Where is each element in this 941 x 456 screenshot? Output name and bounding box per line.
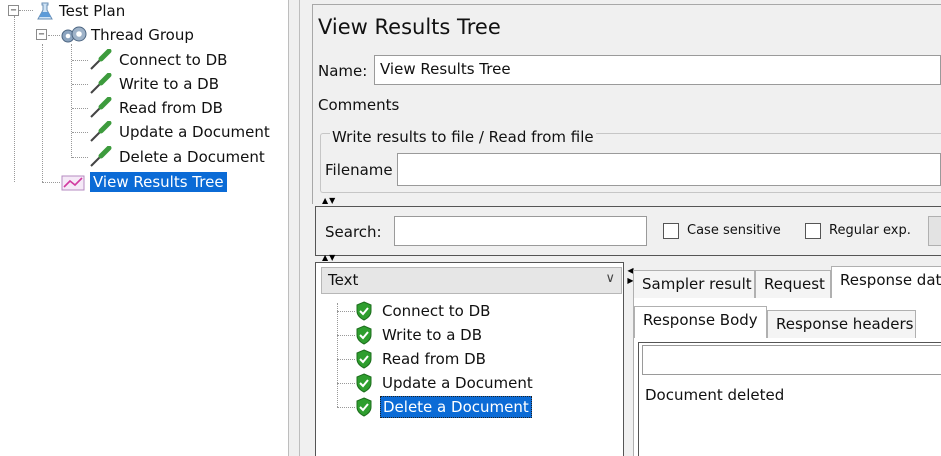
- tree-node-label: Connect to DB: [119, 51, 228, 69]
- case-sensitive-label: Case sensitive: [687, 223, 781, 238]
- tree-node-label: Write to a DB: [119, 75, 219, 93]
- file-group-legend: Write results to file / Read from file: [330, 128, 596, 146]
- result-splitter[interactable]: [625, 262, 633, 456]
- tree-node-sampler[interactable]: Read from DB: [88, 97, 226, 119]
- tree-connector: [42, 44, 43, 182]
- pipette-icon: [90, 121, 112, 142]
- regular-exp-label: Regular exp.: [829, 223, 911, 238]
- splitter-arrows-icon[interactable]: ▲▼: [322, 197, 336, 205]
- tab-response-headers[interactable]: Response headers: [767, 310, 916, 338]
- success-shield-icon: [356, 349, 372, 369]
- comments-label: Comments:: [318, 96, 405, 114]
- tree-connector: [337, 303, 338, 407]
- tree-node-label: Delete a Document: [119, 148, 265, 166]
- result-item[interactable]: Connect to DB: [355, 300, 492, 322]
- result-item-label: Write to a DB: [382, 326, 482, 344]
- result-tabs: Sampler result Request Response dat: [633, 266, 941, 298]
- chevron-down-icon: ∨: [605, 271, 615, 286]
- tree-node-sampler[interactable]: Delete a Document: [88, 146, 268, 168]
- tree-connector: [337, 359, 355, 360]
- success-shield-icon: [356, 397, 372, 417]
- renderer-select-value: Text: [328, 271, 359, 289]
- tab-request[interactable]: Request: [755, 270, 831, 298]
- filename-input[interactable]: [397, 153, 941, 186]
- result-item[interactable]: Delete a Document: [355, 396, 532, 418]
- split-divider[interactable]: [288, 0, 300, 456]
- regular-exp-checkbox[interactable]: [805, 223, 821, 239]
- splitter-arrows-icon[interactable]: ▲▼: [322, 254, 336, 262]
- success-shield-icon: [356, 301, 372, 321]
- result-item-label: Read from DB: [382, 350, 486, 368]
- tree-connector: [337, 311, 355, 312]
- search-label: Search:: [325, 223, 382, 241]
- test-plan-tree[interactable]: − − Test Plan Thread Group Connect to DB…: [0, 0, 288, 456]
- page-title: View Results Tree: [318, 15, 501, 39]
- tree-connector: [48, 35, 60, 36]
- tree-connector: [14, 16, 15, 182]
- name-field[interactable]: View Results Tree: [374, 55, 941, 85]
- gears-icon: [61, 26, 87, 43]
- result-item-label: Delete a Document: [380, 396, 532, 418]
- result-item[interactable]: Update a Document: [355, 372, 535, 394]
- tree-node-label: Update a Document: [119, 123, 270, 141]
- flask-icon: [37, 2, 53, 20]
- tree-connector: [42, 182, 60, 183]
- tree-connector: [19, 10, 33, 11]
- tree-connector: [72, 60, 88, 61]
- response-body-text[interactable]: Document deleted: [645, 386, 784, 404]
- tree-node-label: View Results Tree: [90, 172, 227, 192]
- chart-listener-icon: [61, 175, 85, 191]
- case-sensitive-checkbox[interactable]: [663, 223, 679, 239]
- tree-node-sampler[interactable]: Update a Document: [88, 121, 273, 143]
- tree-node-sampler[interactable]: Connect to DB: [88, 49, 230, 71]
- result-item-label: Update a Document: [382, 374, 533, 392]
- renderer-select[interactable]: Text ∨: [321, 267, 622, 294]
- result-item[interactable]: Read from DB: [355, 348, 488, 370]
- tree-connector: [72, 157, 88, 158]
- filename-label: Filename: [325, 161, 393, 179]
- tree-connector: [72, 108, 88, 109]
- collapse-icon[interactable]: −: [8, 5, 19, 16]
- response-search-input[interactable]: [642, 345, 941, 375]
- tree-node-thread-group[interactable]: Thread Group: [60, 24, 197, 46]
- tab-sampler-result[interactable]: Sampler result: [633, 270, 755, 298]
- pipette-icon: [90, 146, 112, 167]
- search-button[interactable]: [928, 216, 941, 246]
- tab-response-body[interactable]: Response Body: [634, 306, 767, 338]
- tree-node-test-plan[interactable]: Test Plan: [34, 0, 128, 22]
- pipette-icon: [90, 49, 112, 70]
- tree-connector: [72, 84, 88, 85]
- tree-node-view-results-tree[interactable]: View Results Tree: [60, 171, 227, 193]
- tree-node-label: Read from DB: [119, 99, 223, 117]
- result-item-label: Connect to DB: [382, 302, 491, 320]
- tree-node-sampler[interactable]: Write to a DB: [88, 73, 222, 95]
- tree-connector: [337, 335, 355, 336]
- tab-response-data[interactable]: Response dat: [831, 266, 941, 298]
- tree-connector: [71, 44, 72, 158]
- tree-connector: [337, 407, 355, 408]
- tree-connector: [72, 132, 88, 133]
- tree-node-label: Thread Group: [91, 26, 194, 44]
- success-shield-icon: [356, 373, 372, 393]
- search-input[interactable]: [394, 216, 647, 246]
- success-shield-icon: [356, 325, 372, 345]
- pipette-icon: [90, 73, 112, 94]
- tree-node-label: Test Plan: [59, 2, 126, 20]
- name-label: Name:: [318, 62, 368, 80]
- comments-field[interactable]: [401, 89, 941, 119]
- result-item[interactable]: Write to a DB: [355, 324, 484, 346]
- collapse-icon[interactable]: −: [36, 29, 47, 40]
- pipette-icon: [90, 97, 112, 118]
- tree-connector: [337, 383, 355, 384]
